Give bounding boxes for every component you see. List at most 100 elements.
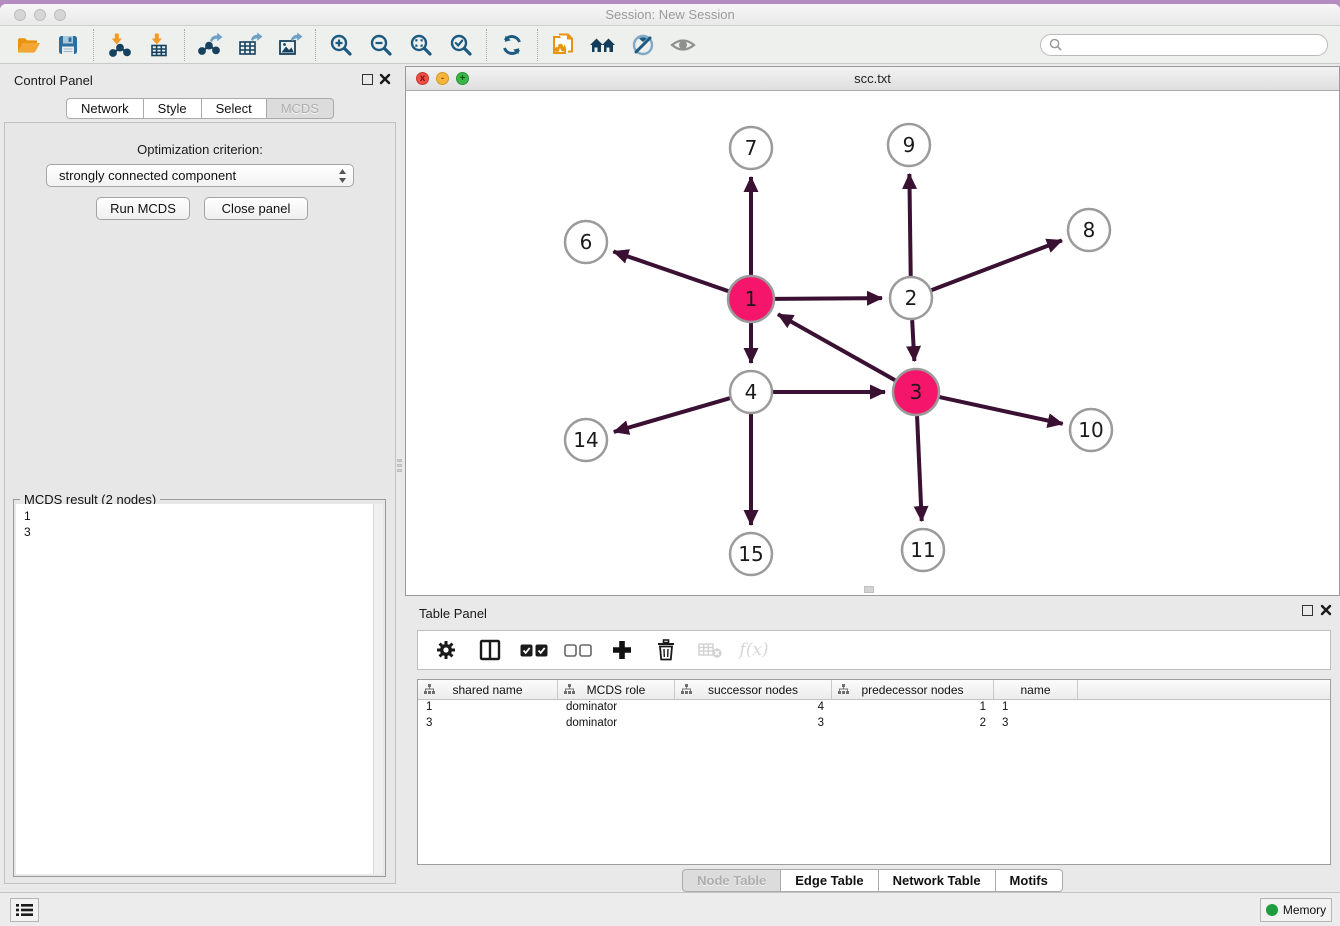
refresh-icon	[499, 32, 525, 58]
edge-1-2[interactable]	[775, 298, 882, 299]
column-header-name[interactable]: name	[994, 680, 1078, 699]
app-window: Session: New Session	[0, 4, 1340, 926]
plus-icon	[611, 639, 633, 661]
hide-graphics-details-button[interactable]	[623, 28, 663, 62]
network-graph[interactable]: 7968124314101511	[406, 91, 1339, 595]
function-builder-button[interactable]: f(x)	[736, 634, 772, 666]
table-cell[interactable]: dominator	[558, 716, 675, 732]
table-cell[interactable]: 1	[994, 700, 1078, 716]
network-canvas[interactable]: 7968124314101511	[406, 91, 1339, 595]
attribute-type-icon	[838, 684, 849, 695]
search-box[interactable]	[1040, 34, 1328, 56]
table-panel-header: Table Panel	[405, 597, 1340, 625]
table-cell[interactable]: dominator	[558, 700, 675, 716]
result-scrollbar[interactable]	[373, 504, 383, 874]
panel-splitter-handle[interactable]	[397, 459, 404, 479]
optimization-criterion-label: Optimization criterion:	[5, 142, 395, 157]
zoom-fit-button[interactable]	[401, 28, 441, 62]
close-table-panel-icon[interactable]	[1320, 604, 1332, 616]
save-session-button[interactable]	[48, 28, 88, 62]
show-column-button[interactable]	[472, 634, 508, 666]
node-table[interactable]: shared nameMCDS rolesuccessor nodesprede…	[417, 679, 1331, 865]
export-network-button[interactable]	[190, 28, 230, 62]
memory-button[interactable]: Memory	[1260, 898, 1332, 922]
clone-network-button[interactable]	[543, 28, 583, 62]
zoom-in-button[interactable]	[321, 28, 361, 62]
float-table-panel-icon[interactable]	[1302, 605, 1313, 616]
column-header-shared-name[interactable]: shared name	[418, 680, 558, 699]
import-network-icon	[106, 32, 132, 58]
session-title: Session: New Session	[0, 7, 1340, 22]
column-header-predecessor-nodes[interactable]: predecessor nodes	[832, 680, 994, 699]
network-view-window: x - + scc.txt 7968124314101511	[405, 66, 1340, 596]
run-mcds-button[interactable]: Run MCDS	[96, 197, 190, 220]
edge-3-10[interactable]	[939, 397, 1062, 424]
delete-table-button[interactable]	[692, 634, 728, 666]
edge-3-11[interactable]	[917, 416, 922, 521]
tab-node-table[interactable]: Node Table	[682, 869, 781, 892]
column-header-successor-nodes[interactable]: successor nodes	[675, 680, 832, 699]
checked-boxes-icon	[520, 644, 548, 657]
zoom-in-icon	[328, 32, 354, 58]
status-bar: Memory	[0, 892, 1340, 926]
table-row[interactable]: 3dominator323	[418, 716, 1330, 732]
zoom-selected-button[interactable]	[441, 28, 481, 62]
edge-2-8[interactable]	[932, 240, 1062, 290]
tab-motifs[interactable]: Motifs	[996, 869, 1063, 892]
toolbar-separator	[184, 29, 185, 61]
eye-icon	[669, 33, 697, 57]
tab-style[interactable]: Style	[144, 98, 202, 119]
edge-2-9[interactable]	[909, 174, 910, 276]
add-column-button[interactable]	[604, 634, 640, 666]
tab-network[interactable]: Network	[66, 98, 144, 119]
column-header-filler	[1078, 680, 1330, 699]
canvas-grip[interactable]	[864, 586, 874, 593]
close-panel-button[interactable]: Close panel	[204, 197, 308, 220]
node-label-7: 7	[745, 136, 758, 160]
table-cell[interactable]: 3	[675, 716, 832, 732]
home-button[interactable]	[583, 28, 623, 62]
open-file-button[interactable]	[8, 28, 48, 62]
tab-edge-table[interactable]: Edge Table	[781, 869, 878, 892]
control-panel: Control Panel NetworkStyleSelectMCDS Opt…	[0, 64, 400, 892]
import-network-button[interactable]	[99, 28, 139, 62]
node-label-14: 14	[573, 428, 598, 452]
export-image-icon	[277, 32, 303, 58]
show-hide-annotations-button[interactable]	[663, 28, 703, 62]
export-table-icon	[237, 32, 263, 58]
export-image-button[interactable]	[270, 28, 310, 62]
criterion-dropdown[interactable]: strongly connected component	[46, 164, 354, 187]
tab-select[interactable]: Select	[202, 98, 267, 119]
close-panel-icon[interactable]	[379, 73, 391, 85]
tab-mcds[interactable]: MCDS	[267, 98, 334, 119]
control-panel-header: Control Panel	[0, 64, 400, 96]
mcds-result-list[interactable]: 13	[16, 504, 373, 874]
select-all-button[interactable]	[516, 634, 552, 666]
table-cell[interactable]: 4	[675, 700, 832, 716]
table-cell[interactable]: 1	[418, 700, 558, 716]
refresh-layout-button[interactable]	[492, 28, 532, 62]
table-cell[interactable]: 3	[994, 716, 1078, 732]
column-header-MCDS-role[interactable]: MCDS role	[558, 680, 675, 699]
edge-2-3[interactable]	[912, 320, 914, 361]
zoom-selected-icon	[448, 32, 474, 58]
table-header-row: shared nameMCDS rolesuccessor nodesprede…	[418, 680, 1330, 700]
delete-column-button[interactable]	[648, 634, 684, 666]
table-options-button[interactable]	[428, 634, 464, 666]
import-table-button[interactable]	[139, 28, 179, 62]
table-cell[interactable]: 1	[832, 700, 994, 716]
edge-4-14[interactable]	[614, 398, 730, 432]
export-table-button[interactable]	[230, 28, 270, 62]
edge-1-6[interactable]	[613, 251, 728, 291]
mcds-tab-content: Optimization criterion: strongly connect…	[4, 122, 396, 884]
table-cell[interactable]: 2	[832, 716, 994, 732]
deselect-all-button[interactable]	[560, 634, 596, 666]
table-row[interactable]: 1dominator411	[418, 700, 1330, 716]
float-panel-icon[interactable]	[362, 74, 373, 85]
task-history-button[interactable]	[10, 898, 39, 922]
tab-network-table[interactable]: Network Table	[879, 869, 996, 892]
search-input[interactable]	[1066, 37, 1319, 52]
edge-3-1[interactable]	[778, 314, 895, 380]
table-cell[interactable]: 3	[418, 716, 558, 732]
zoom-out-button[interactable]	[361, 28, 401, 62]
